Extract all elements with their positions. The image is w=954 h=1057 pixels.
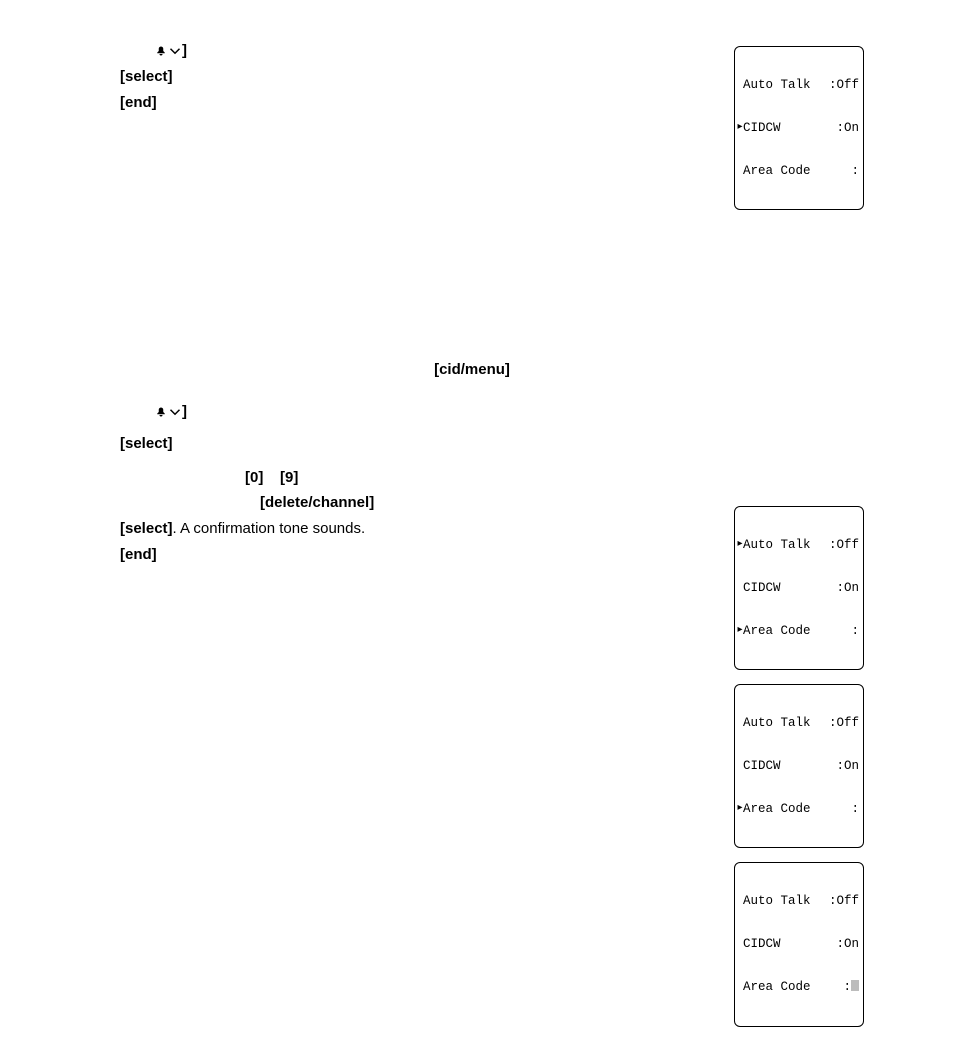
step-select-confirm: [select]. A confirmation tone sounds. [120, 518, 654, 540]
step-vol-down: ] [120, 40, 654, 62]
step-cidmenu: [cid/menu] [120, 359, 654, 381]
bell-icon [154, 45, 168, 57]
chevron-down-icon [168, 45, 182, 57]
lcd-column: ▸Auto Talk:Off ▸CIDCW:On ▸Area Code: ▸Au… [734, 40, 884, 1027]
lcd-panel-2: ▸Auto Talk:Off ▸CIDCW:On ▸Area Code: [734, 506, 864, 670]
bracket-close: ] [182, 42, 187, 59]
chevron-down-icon [168, 406, 182, 418]
step-end-1: [end] [120, 92, 654, 114]
input-cursor [851, 980, 859, 991]
lcd-panel-4: ▸Auto Talk:Off ▸CIDCW:On ▸Area Code: [734, 862, 864, 1026]
bell-icon [154, 406, 168, 418]
lcd-panel-1: ▸Auto Talk:Off ▸CIDCW:On ▸Area Code: [734, 46, 864, 210]
step-select-1: [select] [120, 66, 654, 88]
lcd-panel-3: ▸Auto Talk:Off ▸CIDCW:On ▸Area Code: [734, 684, 864, 848]
bracket-close-2: ] [182, 403, 187, 420]
instructions-column: ] [select] [end] [cid/menu] ] [select] [… [120, 40, 674, 1027]
step-digits: [0] [9] [120, 467, 654, 489]
step-end-2: [end] [120, 544, 654, 566]
step-select-2: [select] [120, 433, 654, 455]
step-vol-down-2: ] [120, 401, 654, 423]
step-delete-channel: [delete/channel] [120, 492, 654, 514]
